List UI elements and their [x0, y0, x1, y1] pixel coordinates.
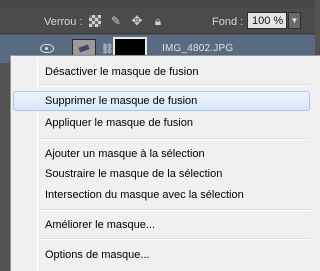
menu-separator — [40, 238, 310, 240]
mask-link-chain-icon[interactable]: ⛓ — [101, 44, 114, 55]
menu-separator — [40, 209, 310, 211]
menu-separator — [40, 84, 310, 86]
menu-item-disable-mask[interactable]: Désactiver le masque de fusion — [13, 62, 310, 82]
menu-item-subtract-mask-from-selection[interactable]: Soustraire le masque de la sélection — [13, 164, 310, 184]
menu-item-intersect-mask-with-selection[interactable]: Intersection du masque avec la sélection — [13, 185, 310, 205]
lock-transparent-pixels-icon[interactable] — [89, 15, 101, 27]
visibility-eye-icon[interactable] — [40, 44, 54, 53]
lock-row: Verrou : ✎ ✥ 🔒︎ Fond : 100 % ▼ — [0, 8, 315, 34]
lock-label: Verrou : — [44, 16, 83, 28]
lock-all-padlock-icon[interactable]: 🔒︎ — [152, 15, 164, 27]
fill-label: Fond : — [212, 16, 244, 28]
menu-item-apply-mask[interactable]: Appliquer le masque de fusion — [13, 113, 310, 133]
layer-mask-context-menu: Désactiver le masque de fusion Supprimer… — [10, 55, 320, 271]
panel-top-strip — [0, 0, 315, 8]
fill-input[interactable]: 100 % — [247, 12, 287, 29]
lock-image-pixels-brush-icon[interactable]: ✎ — [110, 15, 122, 27]
menu-item-refine-mask[interactable]: Améliorer le masque... — [13, 215, 310, 235]
layer-name[interactable]: IMG_4802.JPG — [162, 43, 233, 54]
fill-dropdown-chevron-icon[interactable]: ▼ — [288, 12, 301, 29]
menu-item-mask-options[interactable]: Options de masque... — [13, 245, 310, 265]
menu-separator — [40, 138, 310, 140]
menu-item-delete-mask[interactable]: Supprimer le masque de fusion — [13, 91, 310, 111]
menu-item-add-mask-to-selection[interactable]: Ajouter un masque à la sélection — [13, 144, 310, 164]
lock-position-move-icon[interactable]: ✥ — [131, 14, 143, 27]
